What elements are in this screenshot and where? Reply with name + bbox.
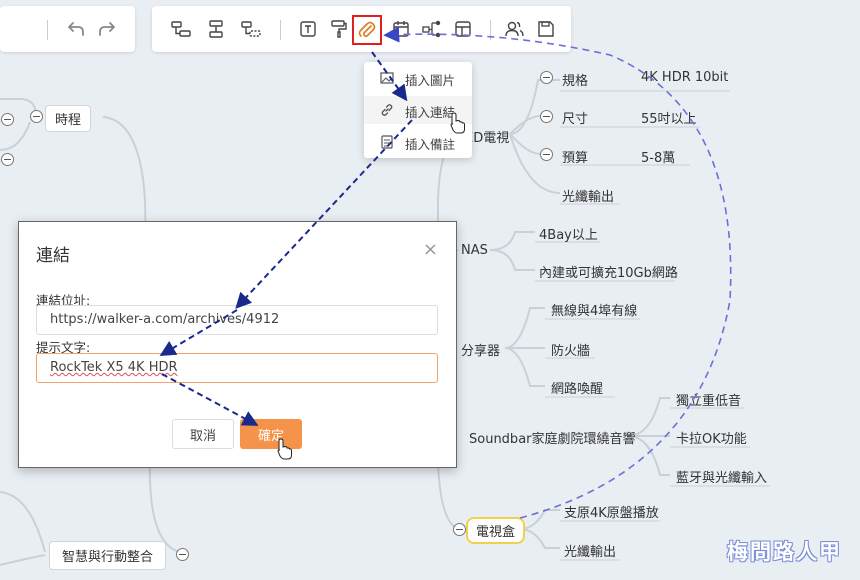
node-soundbar[interactable]: Soundbar家庭劇院環繞音響: [469, 428, 636, 447]
collapse-toggle[interactable]: [1, 113, 14, 126]
toolbar-separator: [47, 20, 48, 40]
node-nas-10gb[interactable]: 內建或可擴充10Gb網路: [539, 262, 678, 281]
layout-icon[interactable]: [452, 18, 474, 40]
insert-menu: 插入圖片 插入連結 插入備註: [364, 62, 472, 158]
node-budget[interactable]: 預算: [562, 147, 588, 166]
collaborators-icon[interactable]: [503, 18, 525, 40]
attachment-icon[interactable]: [356, 19, 378, 41]
node-tvbox[interactable]: 電視盒: [466, 517, 526, 544]
toolbar-separator: [490, 20, 491, 40]
node-karaoke[interactable]: 卡拉OK功能: [676, 428, 747, 447]
dialog-title: 連結: [36, 246, 70, 266]
node-size[interactable]: 尺寸: [562, 108, 588, 127]
main-toolbar: [152, 6, 571, 52]
collapse-toggle[interactable]: [540, 71, 553, 84]
node-optical-out[interactable]: 光纖輸出: [562, 186, 614, 205]
node-spec[interactable]: 規格: [562, 70, 588, 89]
menu-item-insert-note[interactable]: 插入備註: [364, 128, 472, 156]
node-subwoofer[interactable]: 獨立重低音: [676, 390, 741, 409]
collapse-toggle[interactable]: [1, 153, 14, 166]
collapse-toggle[interactable]: [30, 110, 43, 123]
node-schedule[interactable]: 時程: [45, 105, 92, 132]
hint-text-value: RockTek X5 4K HDR: [50, 360, 178, 375]
sibling-node-icon[interactable]: [205, 18, 227, 40]
node-hub-ports[interactable]: 無線與4埠有線: [551, 300, 637, 319]
node-budget-value[interactable]: 5-8萬: [641, 147, 675, 166]
collapse-toggle[interactable]: [176, 548, 189, 561]
cancel-button[interactable]: 取消: [172, 419, 234, 449]
history-toolbar: [0, 6, 135, 52]
confirm-button[interactable]: 確定: [240, 419, 302, 449]
child-node-icon[interactable]: [170, 18, 192, 40]
menu-item-label: 插入備註: [405, 137, 456, 152]
menu-item-label: 插入圖片: [405, 73, 456, 88]
link-icon: [381, 104, 393, 116]
watermark-logo: 梅問路人甲: [727, 540, 842, 564]
hint-text-field[interactable]: RockTek X5 4K HDR: [36, 353, 438, 383]
node-wol[interactable]: 網路喚醒: [551, 378, 603, 397]
redo-icon[interactable]: [96, 18, 118, 40]
relation-icon[interactable]: [421, 18, 443, 40]
node-nas[interactable]: NAS: [461, 243, 488, 258]
save-icon[interactable]: [535, 18, 557, 40]
node-tvbox-optical[interactable]: 光纖輸出: [564, 541, 616, 560]
format-painter-icon[interactable]: [328, 18, 350, 40]
link-dialog: 連結 × 連結位址: https://walker-a.com/archives…: [18, 221, 457, 468]
collapse-toggle[interactable]: [453, 523, 466, 536]
collapse-toggle[interactable]: [540, 148, 553, 161]
calendar-icon[interactable]: [390, 18, 412, 40]
parent-node-icon[interactable]: [240, 18, 262, 40]
menu-item-insert-image[interactable]: 插入圖片: [364, 64, 472, 92]
collapse-toggle[interactable]: [540, 110, 553, 123]
node-hub[interactable]: 分享器: [461, 340, 500, 359]
text-icon[interactable]: [297, 18, 319, 40]
node-spec-value[interactable]: 4K HDR 10bit: [641, 70, 728, 85]
close-icon[interactable]: ×: [423, 239, 438, 260]
node-bt-optical[interactable]: 藍牙與光纖輸入: [676, 467, 767, 486]
node-firewall[interactable]: 防火牆: [551, 340, 590, 359]
undo-icon[interactable]: [65, 18, 87, 40]
node-smart-integration[interactable]: 智慧與行動整合: [49, 541, 167, 570]
url-field[interactable]: https://walker-a.com/archives/4912: [36, 305, 438, 335]
node-nas-4bay[interactable]: 4Bay以上: [539, 224, 598, 243]
image-icon: [380, 72, 394, 84]
menu-item-insert-link[interactable]: 插入連結: [364, 96, 472, 124]
menu-item-label: 插入連結: [405, 105, 456, 120]
note-icon: [381, 135, 393, 149]
node-size-value[interactable]: 55吋以上: [641, 108, 697, 127]
toolbar-separator: [280, 20, 281, 40]
node-tvbox-4k[interactable]: 支原4K原盤播放: [564, 502, 659, 521]
